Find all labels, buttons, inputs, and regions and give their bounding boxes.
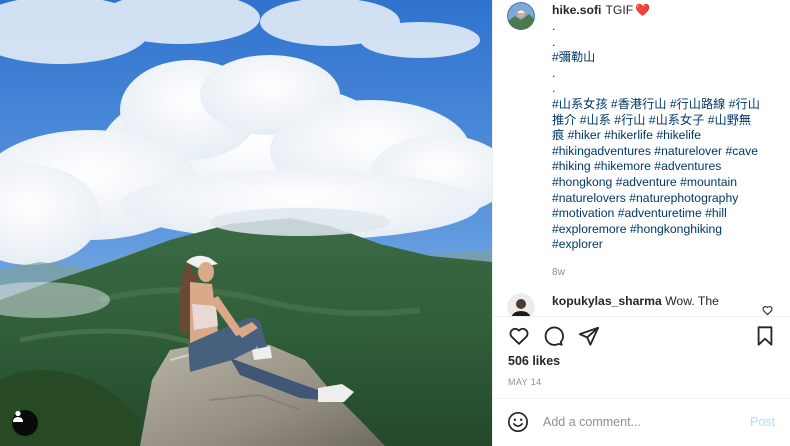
caption-spacer: . [552,81,556,96]
smiley-icon [508,412,528,432]
caption-spacer: . [552,34,556,49]
hashtag-list[interactable]: #山系女孩 #香港行山 #行山路線 #行山推介 #山系 #行山 #山系女子 #山… [552,97,762,253]
comment-text: Wow. The [665,294,719,308]
caption-body: hike.sofi TGIF ❤️ . . #彌勒山 . . #山系女孩 #香港… [552,2,762,281]
post-comment-button[interactable]: Post [750,415,775,429]
caption-scroll-area[interactable]: hike.sofi TGIF ❤️ . . #彌勒山 . . #山系女孩 #香港… [493,0,790,316]
add-comment-form: Post [493,398,790,446]
paper-plane-icon [578,326,600,346]
caption: hike.sofi TGIF ❤️ . . #彌勒山 . . #山系女孩 #香港… [507,2,777,281]
heart-emoji: ❤️ [635,3,651,18]
person-icon [13,410,23,422]
hiker-on-rock-image [0,0,492,446]
owner-avatar[interactable] [507,2,535,30]
comment-item: kopukylas_sharma Wow. The [507,293,777,316]
comment-button[interactable] [541,324,565,348]
commenter-avatar-image [507,293,535,316]
commenter-username[interactable]: kopukylas_sharma [552,294,662,308]
caption-time-ago[interactable]: 8w [552,265,762,281]
place-hashtag[interactable]: #彌勒山 [552,50,762,66]
likes-count[interactable]: 506 likes [508,354,560,368]
user-tag-button[interactable] [12,410,38,436]
speech-bubble-icon [544,326,564,346]
owner-avatar-image [507,2,535,30]
caption-spacer: . [552,65,556,80]
caption-first-line: TGIF [605,3,634,18]
like-button[interactable] [507,324,531,348]
comment-input[interactable] [543,415,739,429]
post-side-panel: hike.sofi TGIF ❤️ . . #彌勒山 . . #山系女孩 #香港… [492,0,790,446]
heart-outline-icon [762,306,773,316]
comment-body: kopukylas_sharma Wow. The [552,293,747,316]
bookmark-icon [757,326,773,346]
owner-username[interactable]: hike.sofi [552,3,601,19]
caption-header: hike.sofi TGIF ❤️ [552,3,762,19]
post-photo[interactable] [0,0,492,446]
comment-like-button[interactable] [762,303,773,316]
action-bar [493,324,790,350]
post-date[interactable]: MAY 14 [508,377,542,387]
caption-spacer: . [552,19,556,33]
save-button[interactable] [753,324,777,348]
heart-outline-icon [509,327,529,345]
share-button[interactable] [577,324,601,348]
commenter-avatar[interactable] [507,293,535,316]
emoji-button[interactable] [507,411,529,433]
divider [493,316,790,317]
